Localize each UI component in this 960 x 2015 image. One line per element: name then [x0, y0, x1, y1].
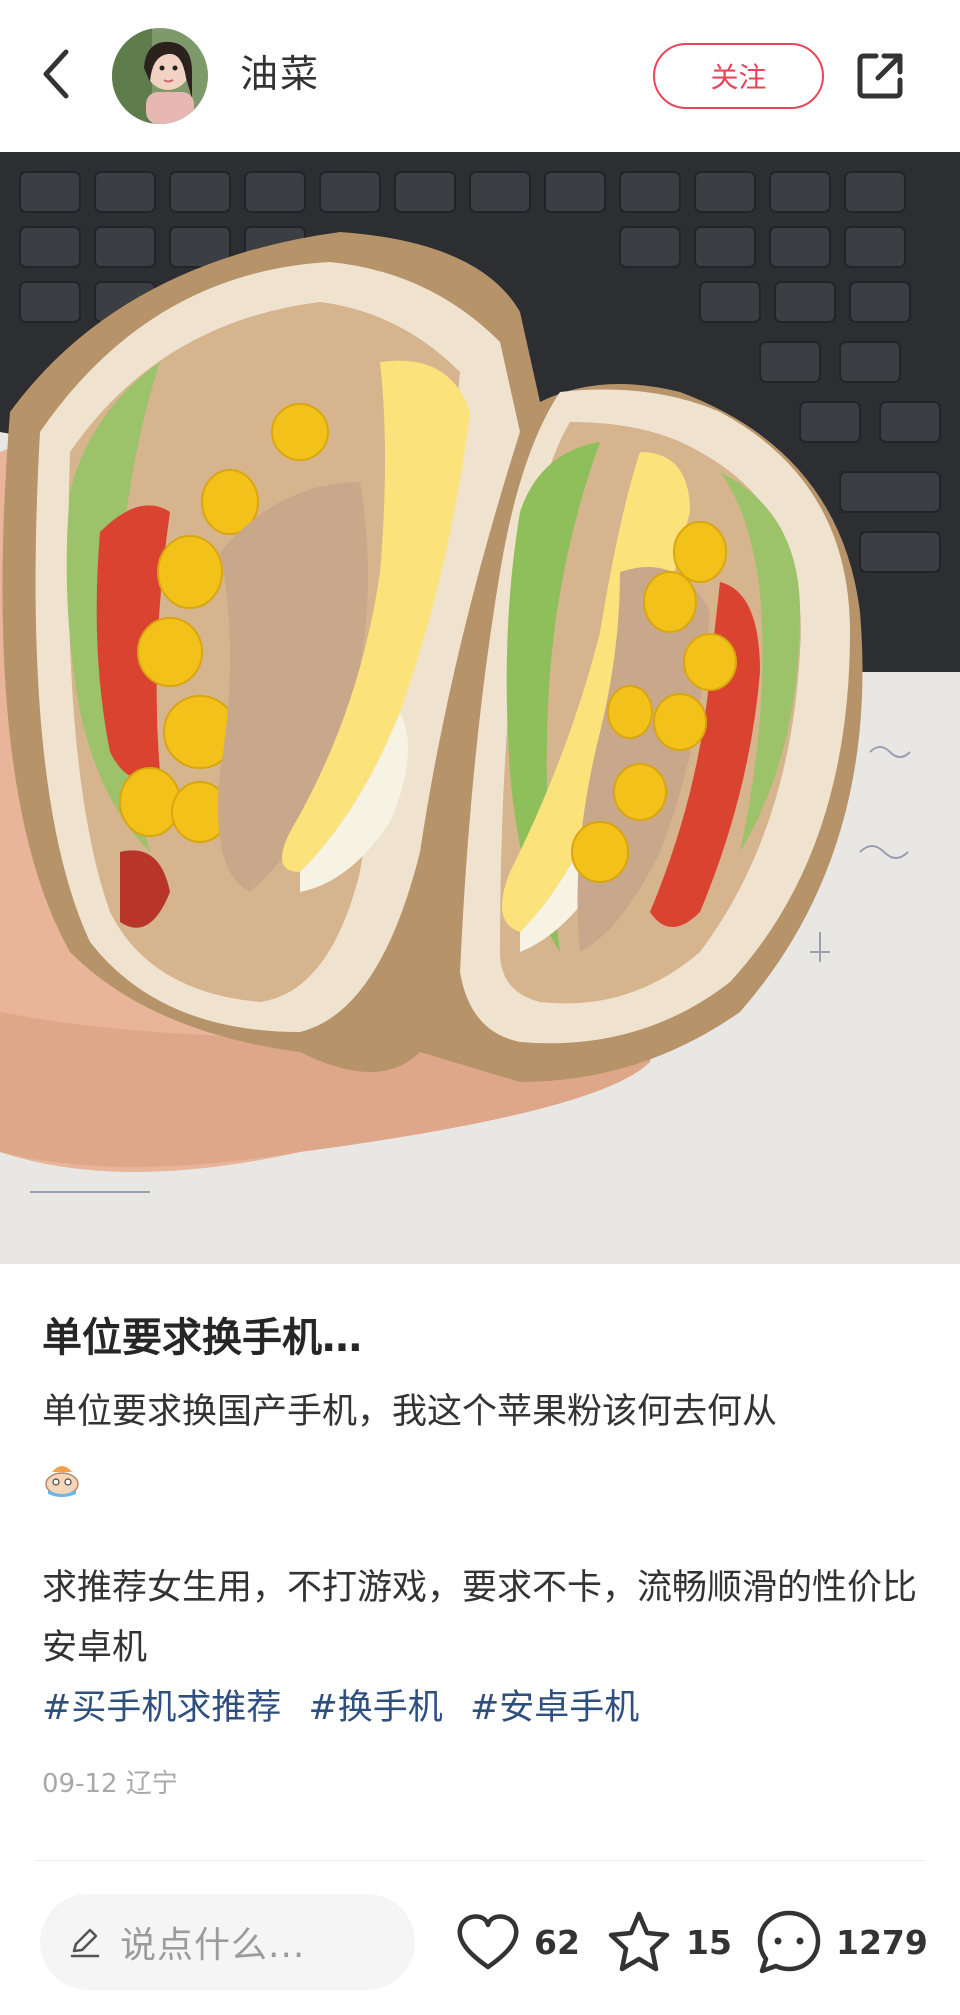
author-name[interactable]: 油菜	[240, 48, 320, 100]
note-body-line: 求推荐女生用，不打游戏，要求不卡，流畅顺滑的性价比安卓机	[42, 1568, 918, 1668]
post-meta: 09-12 辽宁	[42, 1766, 178, 1802]
comment-input[interactable]: 说点什么...	[40, 1894, 415, 1990]
hashtag-link[interactable]: #换手机	[308, 1688, 442, 1728]
follow-button[interactable]: 关注	[653, 43, 824, 109]
comment-placeholder: 说点什么...	[120, 1925, 306, 1966]
comment-bubble-icon	[757, 1910, 821, 1974]
back-button[interactable]	[30, 42, 82, 106]
share-icon	[857, 53, 903, 99]
comment-count: 1279	[836, 1922, 928, 1962]
comment-button[interactable]: 1279	[754, 1904, 928, 1980]
favorite-button[interactable]: 15	[604, 1904, 732, 1980]
note-title: 单位要求换手机…	[42, 1315, 362, 1361]
pen-icon	[70, 1928, 100, 1958]
post-location: 辽宁	[125, 1769, 178, 1799]
emoji-line	[42, 1442, 922, 1514]
note-photo[interactable]	[0, 152, 960, 1264]
author-avatar[interactable]	[112, 28, 208, 124]
like-button[interactable]: 62	[454, 1904, 580, 1980]
share-button[interactable]	[850, 46, 910, 106]
note-body-line: 单位要求换国产手机，我这个苹果粉该何去何从	[42, 1392, 778, 1432]
favorite-count: 15	[686, 1922, 732, 1962]
star-icon	[608, 1911, 670, 1972]
crying-emoji-icon	[45, 1466, 79, 1497]
like-count: 62	[534, 1922, 580, 1962]
chevron-left-icon	[43, 49, 69, 99]
top-nav-bar: 油菜 关注	[0, 0, 960, 152]
hashtag-link[interactable]: #安卓手机	[470, 1688, 639, 1728]
hashtag-link[interactable]: #买手机求推荐	[42, 1688, 281, 1728]
post-date: 09-12	[42, 1769, 118, 1799]
divider	[36, 1860, 924, 1861]
bottom-action-bar: 说点什么... 62 15 1279	[0, 1866, 960, 2015]
note-body: 单位要求换国产手机，我这个苹果粉该何去何从 求推荐女生用，不打游戏，要求不卡，流…	[42, 1382, 922, 1738]
heart-icon	[457, 1914, 519, 1970]
tag-list: #买手机求推荐 #换手机 #安卓手机	[42, 1678, 922, 1738]
